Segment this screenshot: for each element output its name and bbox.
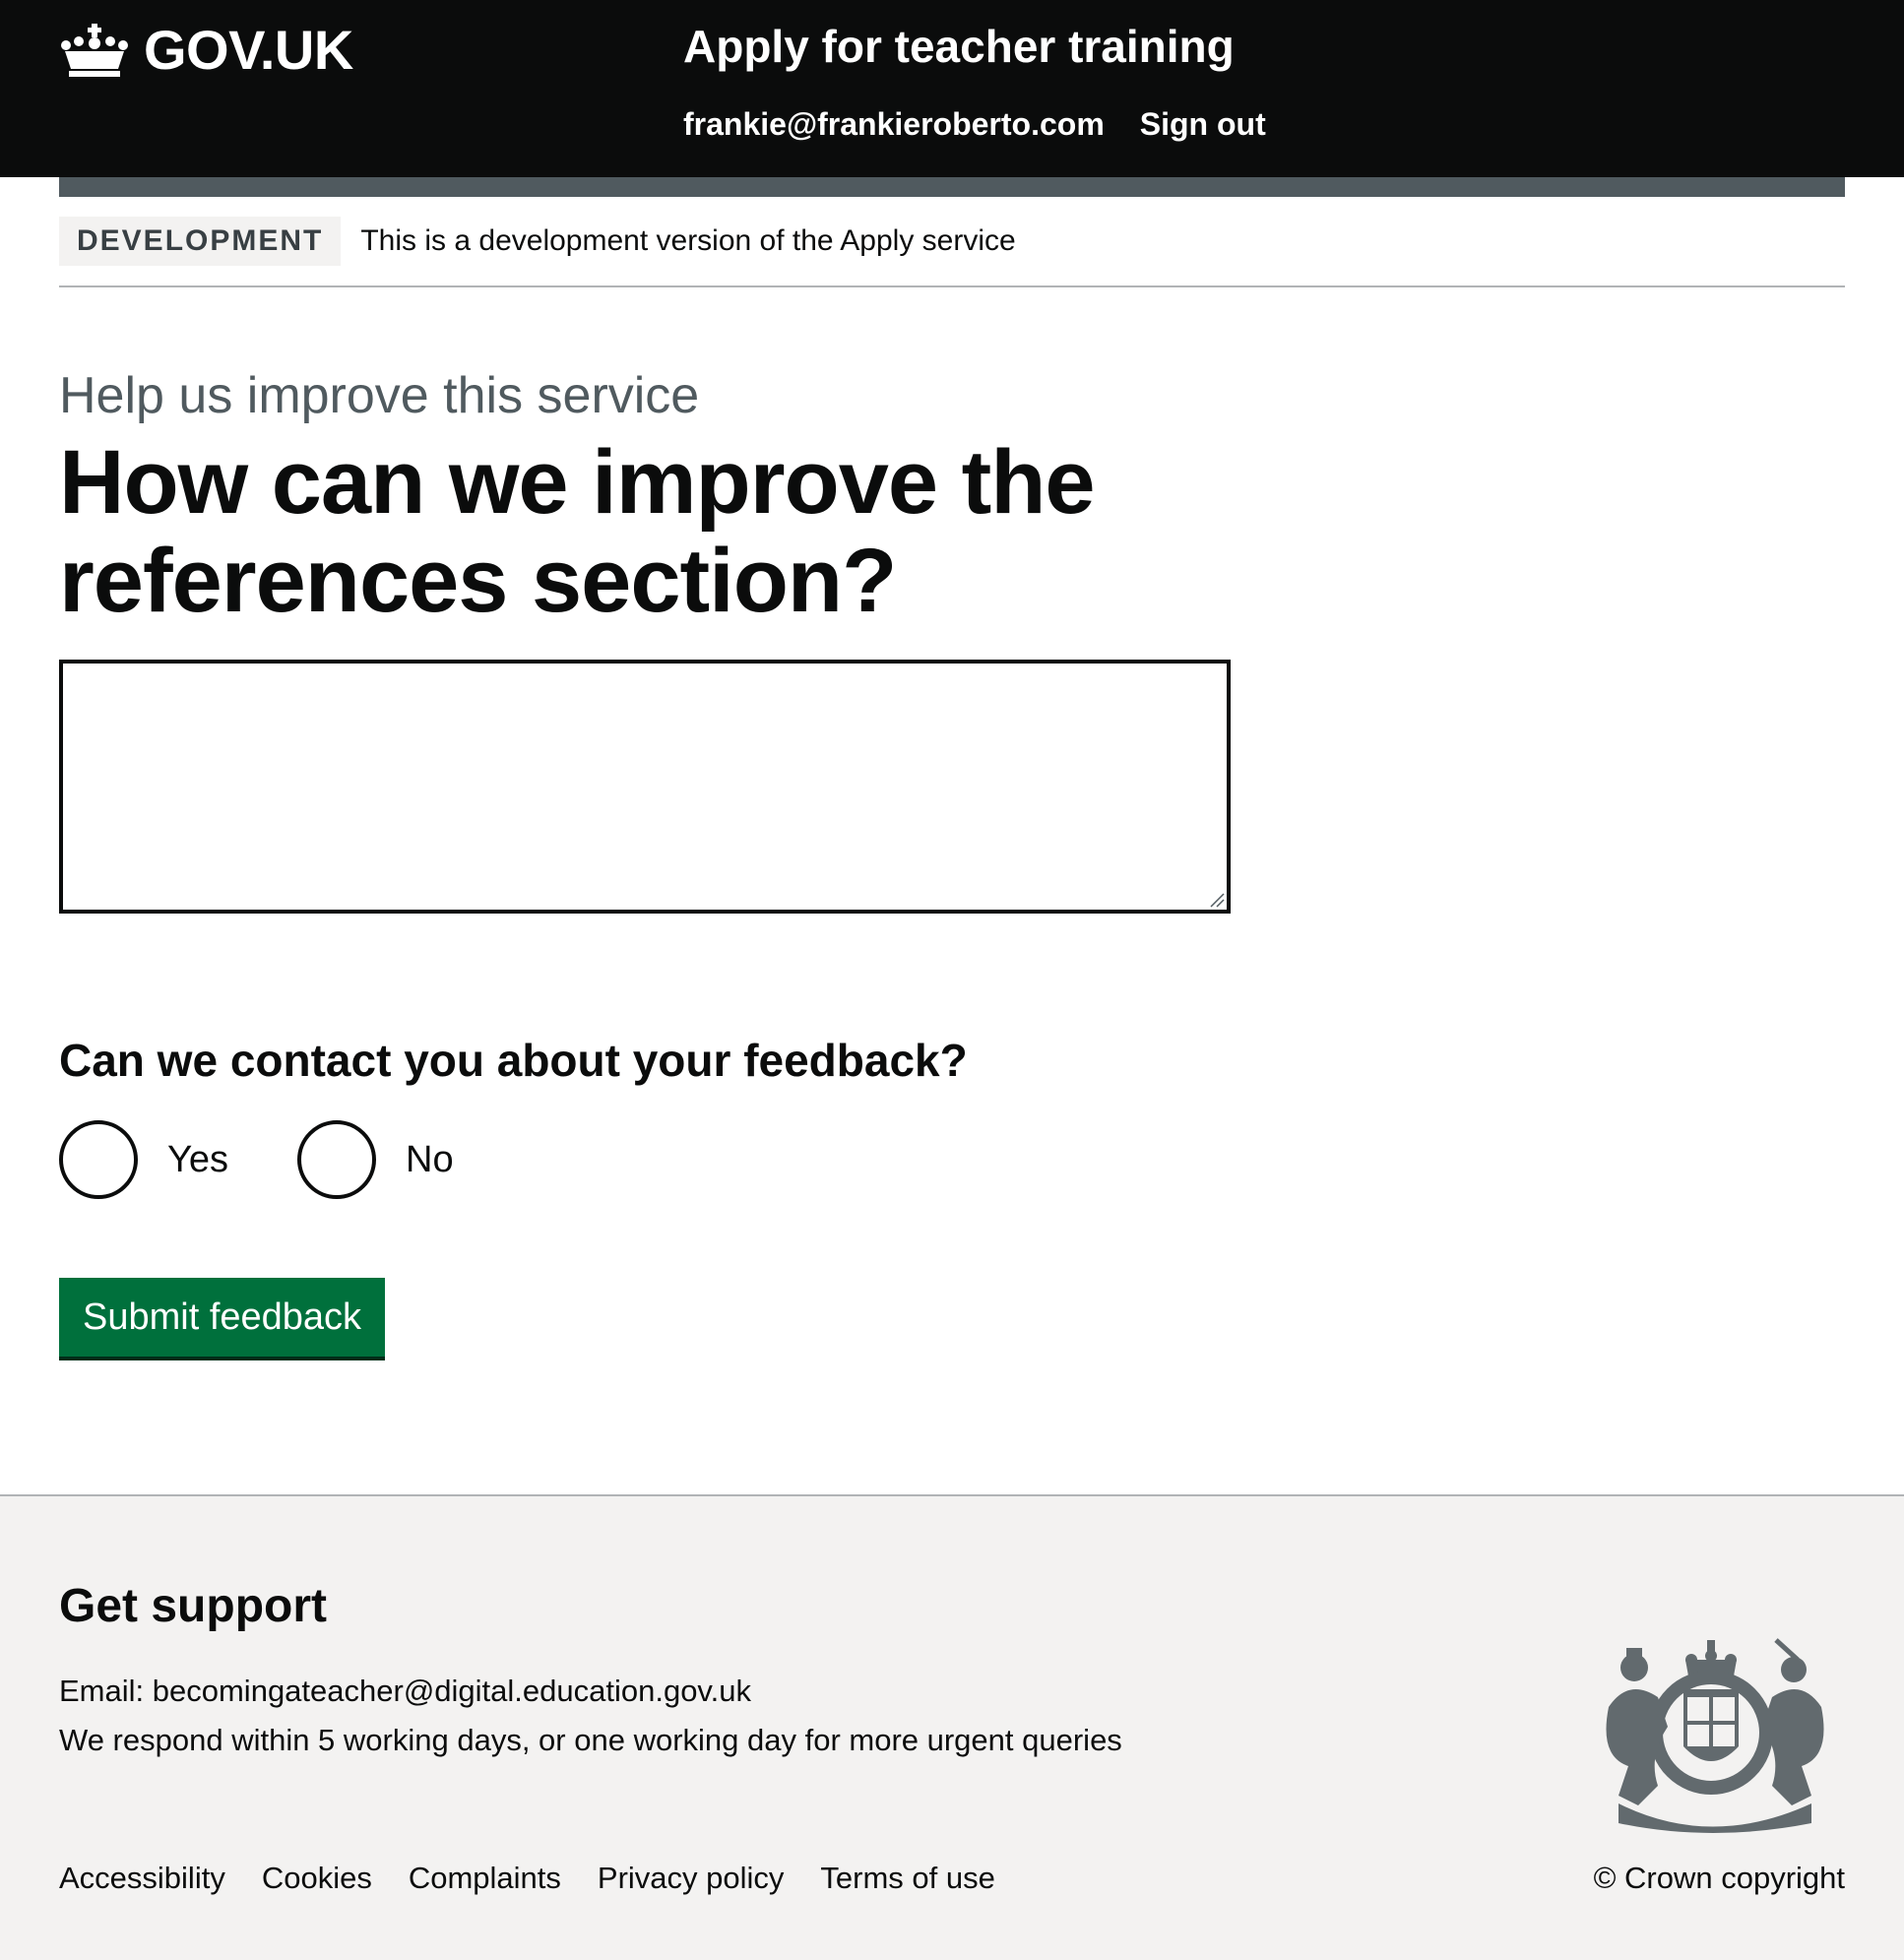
royal-coat-of-arms-icon [1606, 1638, 1824, 1833]
crown-copyright-link[interactable]: © Crown copyright [1594, 1861, 1845, 1896]
header-navigation: frankie@frankieroberto.com Sign out [683, 106, 1266, 143]
response-time-text: We respond within 5 working days, or one… [59, 1723, 1122, 1757]
radio-label-yes[interactable]: Yes [167, 1139, 228, 1181]
phase-tag: DEVELOPMENT [59, 217, 342, 266]
radio-no[interactable]: No [297, 1120, 454, 1199]
govuk-logo-link[interactable]: GOV.UK [59, 18, 353, 82]
page-title: How can we improve the references sectio… [59, 432, 1096, 631]
radio-circle-no[interactable] [297, 1120, 376, 1199]
site-footer: Get support Email: becomingateacher@digi… [0, 1494, 1904, 1960]
footer-link-cookies[interactable]: Cookies [262, 1861, 372, 1896]
phase-text: This is a development version of the App… [360, 224, 1016, 257]
footer-heading: Get support [59, 1580, 327, 1632]
radio-label-no[interactable]: No [406, 1139, 454, 1181]
support-email-link[interactable]: becomingateacher@digital.education.gov.u… [153, 1674, 751, 1708]
footer-link-complaints[interactable]: Complaints [409, 1861, 561, 1896]
radio-yes[interactable]: Yes [59, 1120, 228, 1199]
footer-link-terms-of-use[interactable]: Terms of use [820, 1861, 994, 1896]
email-label: Email: [59, 1674, 145, 1708]
sign-out-link[interactable]: Sign out [1140, 106, 1266, 143]
footer-link-privacy-policy[interactable]: Privacy policy [598, 1861, 785, 1896]
footer-links: Accessibility Cookies Complaints Privacy… [59, 1861, 995, 1896]
contact-question: Can we contact you about your feedback? [59, 1035, 968, 1086]
crown-icon [61, 23, 128, 77]
resize-handle-icon[interactable] [1209, 892, 1225, 908]
header-underline-bar [59, 177, 1845, 197]
submit-feedback-button[interactable]: Submit feedback [59, 1278, 386, 1357]
logo-text: GOV.UK [144, 19, 353, 81]
page-caption: Help us improve this service [59, 367, 700, 424]
contact-radio-group: Yes No [59, 1120, 454, 1199]
phase-banner: DEVELOPMENT This is a development versio… [59, 217, 1845, 287]
footer-email: Email: becomingateacher@digital.educatio… [59, 1674, 751, 1709]
site-header: GOV.UK Apply for teacher training franki… [0, 0, 1904, 177]
feedback-textarea[interactable] [59, 660, 1231, 914]
account-email-link[interactable]: frankie@frankieroberto.com [683, 106, 1105, 143]
service-name-link[interactable]: Apply for teacher training [683, 20, 1235, 73]
radio-circle-yes[interactable] [59, 1120, 138, 1199]
footer-link-accessibility[interactable]: Accessibility [59, 1861, 225, 1896]
